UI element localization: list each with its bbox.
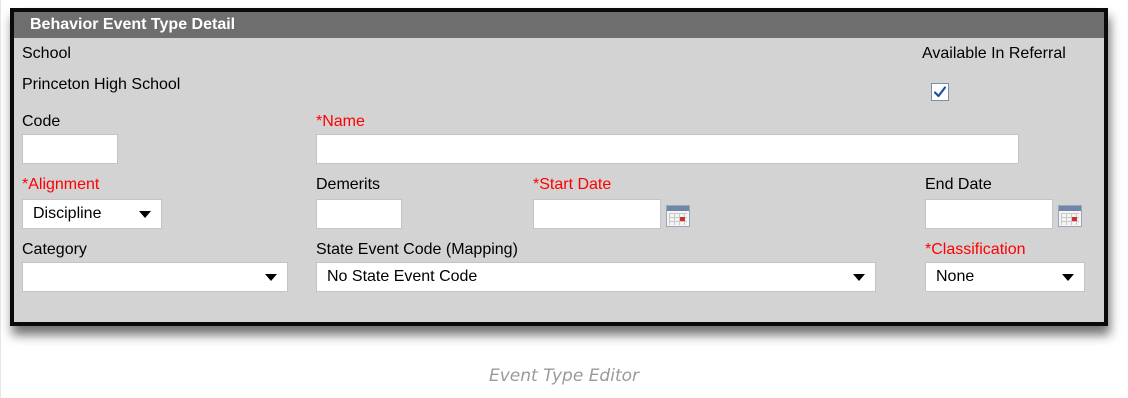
chevron-down-icon (853, 274, 865, 281)
behavior-event-type-detail-panel: Behavior Event Type Detail School Prince… (10, 8, 1108, 326)
category-select[interactable] (22, 262, 288, 292)
state-event-code-select[interactable]: No State Event Code (316, 262, 876, 292)
alignment-selected-value: Discipline (33, 205, 102, 222)
panel-title: Behavior Event Type Detail (14, 12, 1104, 38)
classification-selected-value: None (936, 268, 975, 285)
name-input[interactable] (316, 134, 1019, 164)
chevron-down-icon (265, 274, 277, 281)
state-event-code-selected-value: No State Event Code (327, 268, 478, 285)
school-label: School (22, 45, 71, 62)
demerits-label: Demerits (316, 176, 381, 193)
category-label: Category (22, 241, 87, 258)
end-date-label: End Date (925, 176, 992, 193)
chevron-down-icon (1062, 274, 1074, 281)
school-value: Princeton High School (22, 76, 181, 93)
classification-label: *Classification (925, 241, 1026, 258)
state-event-code-label: State Event Code (Mapping) (316, 241, 518, 258)
demerits-input[interactable] (316, 199, 402, 229)
start-date-input[interactable] (533, 199, 661, 229)
page-left-rule (0, 0, 1, 398)
available-in-referral-checkbox[interactable] (931, 83, 949, 101)
chevron-down-icon (139, 211, 151, 218)
available-in-referral-label: Available In Referral (922, 45, 1066, 62)
calendar-icon[interactable] (666, 205, 690, 227)
code-input[interactable] (22, 134, 118, 164)
classification-select[interactable]: None (925, 262, 1085, 292)
code-label: Code (22, 113, 61, 130)
name-label: *Name (316, 113, 365, 130)
start-date-label: *Start Date (533, 176, 612, 193)
checkmark-icon (933, 86, 947, 98)
alignment-select[interactable]: Discipline (22, 199, 162, 229)
end-date-input[interactable] (925, 199, 1053, 229)
alignment-label: *Alignment (22, 176, 100, 193)
calendar-icon[interactable] (1058, 205, 1082, 227)
image-caption: Event Type Editor (488, 366, 640, 386)
